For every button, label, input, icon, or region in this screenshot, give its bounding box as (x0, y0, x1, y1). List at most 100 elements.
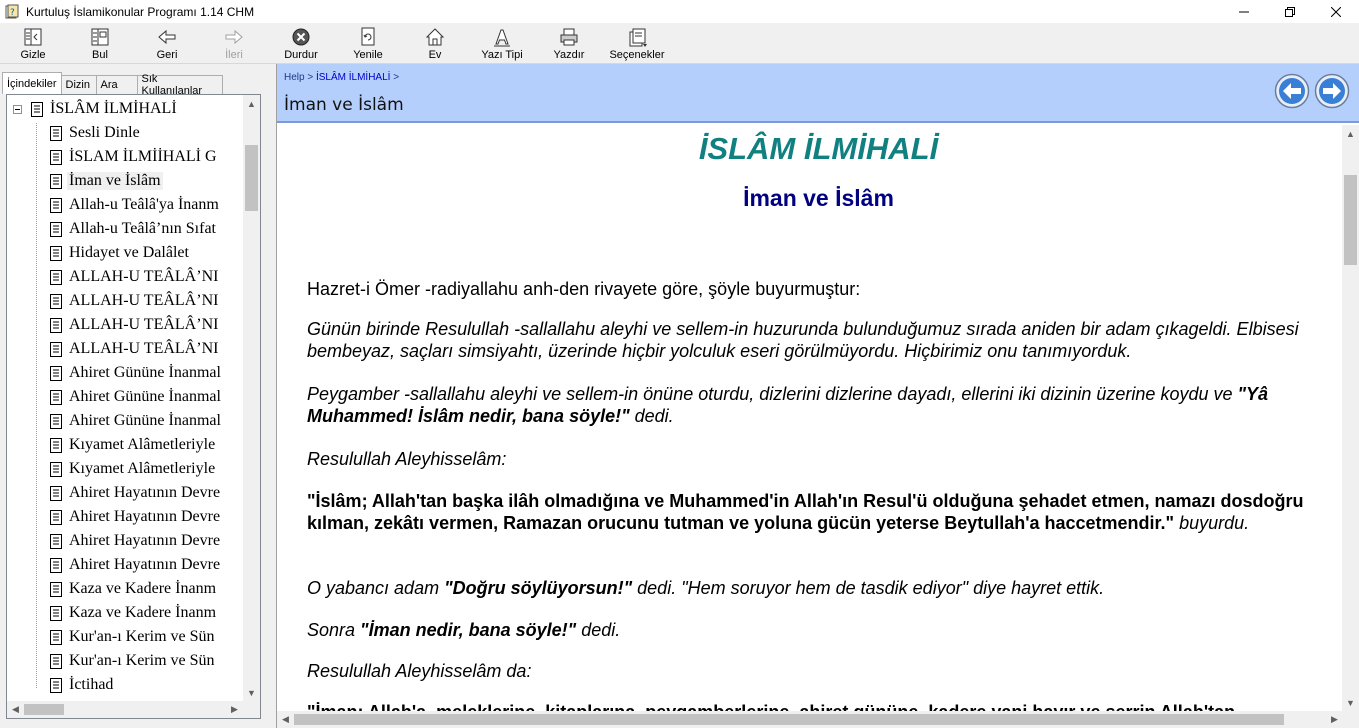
stop-icon (292, 28, 310, 46)
tree-item-label: Kur'an-ı Kerim ve Sün (69, 652, 215, 669)
locate-button[interactable]: Bul (72, 25, 128, 63)
scroll-up-arrow-icon[interactable]: ▲ (243, 95, 260, 112)
toolbar: Gizle Bul Geri İleri Durdur Yenile Ev Ya… (0, 23, 1359, 64)
tree-item-label: Allah-u Teâlâ’nın Sıfat (69, 220, 216, 237)
tree-item-label: Kur'an-ı Kerim ve Sün (69, 628, 215, 645)
locate-icon (91, 28, 109, 46)
tree-vertical-scrollbar[interactable]: ▲ ▼ (243, 95, 260, 701)
scroll-up-arrow-icon[interactable]: ▲ (1342, 125, 1359, 142)
tree-item[interactable]: Ahiret Hayatının Devre (50, 481, 222, 505)
tree-item[interactable]: Ahiret Gününe İnanmal (50, 361, 223, 385)
tree-item[interactable]: Ahiret Hayatının Devre (50, 505, 222, 529)
tree-item[interactable]: Ahiret Hayatının Devre (50, 529, 222, 553)
topic-header: Help > İSLÂM İLMİHALİ > İman ve İslâm (277, 64, 1359, 123)
navigation-pane: İçindekiler Dizin Ara Sık Kullanılanlar … (0, 64, 267, 728)
tree-item[interactable]: Kaza ve Kadere İnanm (50, 577, 218, 601)
tree-item-label: İSLAM İLMİİHALİ G (69, 148, 217, 165)
close-button[interactable] (1313, 0, 1359, 23)
tree-item[interactable]: ALLAH-U TEÂLÂ’NI (50, 289, 220, 313)
stop-button[interactable]: Durdur (273, 25, 329, 63)
tree-item-label: Kıyamet Alâmetleriyle (69, 460, 216, 477)
tree-item[interactable]: Kıyamet Alâmetleriyle (50, 433, 217, 457)
paragraph-2: Günün birinde Resulullah -sallallahu ale… (307, 319, 1299, 361)
tree-item[interactable]: Ahiret Gününe İnanmal (50, 409, 223, 433)
tree-item[interactable]: Ahiret Hayatının Devre (50, 553, 222, 577)
restore-button[interactable] (1267, 0, 1313, 23)
page-icon (50, 317, 62, 333)
tree-item[interactable]: Allah-u Teâlâ'ya İnanm (50, 193, 221, 217)
title-bar: ? Kurtuluş İslamikonular Programı 1.14 C… (0, 0, 1359, 23)
nav-tabs: İçindekiler Dizin Ara Sık Kullanılanlar (2, 72, 223, 97)
scroll-right-arrow-icon[interactable]: ▶ (1326, 711, 1343, 728)
content-vertical-scrollbar[interactable]: ▲ ▼ (1342, 125, 1359, 711)
page-icon (50, 341, 62, 357)
paragraph-4: Resulullah Aleyhisselâm: (307, 449, 507, 469)
scroll-thumb[interactable] (245, 145, 258, 211)
tree-horizontal-scrollbar[interactable]: ◀ ▶ (7, 701, 243, 718)
tree-item-label: Sesli Dinle (69, 124, 140, 141)
page-icon (50, 197, 62, 213)
home-button[interactable]: Ev (407, 25, 463, 63)
scroll-down-arrow-icon[interactable]: ▼ (243, 684, 260, 701)
tree-item[interactable]: Allah-u Teâlâ’nın Sıfat (50, 217, 218, 241)
paragraph-7-start: Sonra (307, 620, 361, 640)
breadcrumb-link[interactable]: İSLÂM İLMİHALİ (316, 72, 390, 83)
scroll-right-arrow-icon[interactable]: ▶ (226, 701, 243, 718)
print-button[interactable]: Yazdır (541, 25, 597, 63)
tree-item[interactable]: Ahiret Gününe İnanmal (50, 385, 223, 409)
options-icon (629, 28, 647, 47)
minimize-button[interactable] (1221, 0, 1267, 23)
scroll-thumb[interactable] (1344, 175, 1357, 265)
font-button[interactable]: Yazı Tipi (474, 25, 530, 63)
tab-index[interactable]: Dizin (60, 75, 97, 94)
tree-item[interactable]: Kaza ve Kadere İnanm (50, 601, 218, 625)
tree-item-label: ALLAH-U TEÂLÂ’NI (69, 292, 219, 309)
page-icon (50, 677, 62, 693)
scroll-thumb[interactable] (294, 714, 1284, 725)
tree-item[interactable]: İman ve İslâm (50, 169, 163, 193)
restore-icon (1285, 6, 1295, 17)
tree-item[interactable]: İctihad (50, 673, 115, 697)
tree-item[interactable]: Hidayet ve Dalâlet (50, 241, 191, 265)
page-icon (50, 293, 62, 309)
pane-splitter[interactable] (267, 64, 276, 728)
tree-item[interactable]: Sesli Dinle (50, 121, 142, 145)
paragraph-5-quote: "İslâm; Allah'tan başka ilâh olmadığına … (307, 491, 1304, 533)
back-button[interactable]: Geri (139, 25, 195, 63)
paragraph-3-text: Peygamber -sallallahu aleyhi ve sellem-i… (307, 384, 1233, 404)
tab-search[interactable]: Ara (95, 75, 138, 94)
paragraph-6-start: O yabancı adam (307, 578, 445, 598)
next-topic-icon[interactable] (1314, 73, 1350, 109)
forward-button[interactable]: İleri (206, 25, 262, 63)
tree-view[interactable]: İSLÂM İLMİHALİ Sesli Dinle İSLAM İLMİİHAL… (7, 95, 243, 701)
tree-item[interactable]: ALLAH-U TEÂLÂ’NI (50, 313, 220, 337)
scroll-thumb[interactable] (24, 704, 64, 715)
tree-root[interactable]: İSLÂM İLMİHALİ (31, 97, 179, 121)
tab-favorites[interactable]: Sık Kullanılanlar (136, 73, 223, 97)
tree-item[interactable]: ALLAH-U TEÂLÂ’NI (50, 337, 220, 361)
content-horizontal-scrollbar[interactable]: ◀ ▶ (277, 711, 1343, 728)
paragraph-6-quote: "Doğru söylüyorsun!" (444, 578, 633, 598)
tab-contents[interactable]: İçindekiler (2, 72, 62, 94)
refresh-label: Yenile (353, 49, 383, 61)
tree-item-label: ALLAH-U TEÂLÂ’NI (69, 268, 219, 285)
page-icon (50, 461, 62, 477)
scroll-left-arrow-icon[interactable]: ◀ (7, 701, 24, 718)
options-button[interactable]: Seçenekler (609, 25, 665, 63)
print-label: Yazdır (553, 49, 585, 61)
topic-title: İman ve İslâm (284, 95, 404, 115)
collapse-toggle[interactable] (13, 105, 22, 114)
chm-help-icon: ? (5, 4, 19, 18)
hide-button[interactable]: Gizle (5, 25, 61, 63)
tree-item[interactable]: ALLAH-U TEÂLÂ’NI (50, 265, 220, 289)
previous-topic-icon[interactable] (1274, 73, 1310, 109)
refresh-button[interactable]: Yenile (340, 25, 396, 63)
breadcrumb: Help > İSLÂM İLMİHALİ > (284, 72, 399, 83)
tree-item[interactable]: Kıyamet Alâmetleriyle (50, 457, 217, 481)
tree-item[interactable]: İSLAM İLMİİHALİ G (50, 145, 219, 169)
tree-item[interactable]: Kur'an-ı Kerim ve Sün (50, 625, 217, 649)
back-arrow-icon (158, 29, 176, 45)
scroll-down-arrow-icon[interactable]: ▼ (1342, 694, 1359, 711)
tree-item[interactable]: Kur'an-ı Kerim ve Sün (50, 649, 217, 673)
scroll-left-arrow-icon[interactable]: ◀ (277, 711, 294, 728)
